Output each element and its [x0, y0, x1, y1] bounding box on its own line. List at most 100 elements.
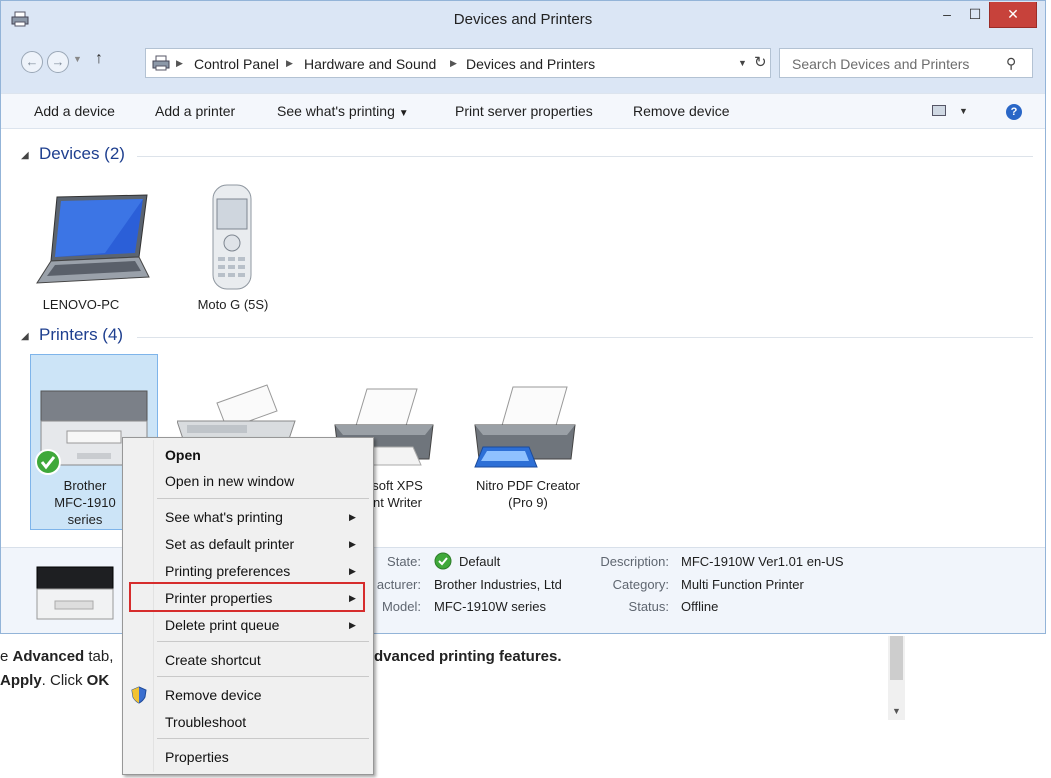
refresh-icon[interactable]: ↻ [754, 53, 770, 71]
scroll-down-icon[interactable]: ▼ [892, 706, 901, 716]
breadcrumb-separator-icon[interactable]: ▶ [450, 58, 457, 69]
view-options-chevron-icon[interactable]: ▼ [959, 106, 968, 116]
detail-value-description: MFC-1910W Ver1.01 en-US [681, 554, 844, 569]
group-divider [137, 337, 1033, 338]
printer-label-nitro-line1: Nitro PDF Creator [475, 478, 581, 493]
menu-item-label: See what's printing [165, 509, 283, 525]
menu-item-label: Set as default printer [165, 536, 295, 552]
printer-location-icon [152, 55, 170, 71]
address-bar[interactable]: ▶ Control Panel ▶ Hardware and Sound ▶ D… [145, 48, 771, 78]
background-text-line-2: Apply. Click OK [0, 672, 110, 689]
menu-item-set-default-printer[interactable]: Set as default printer ▶ [123, 532, 373, 556]
minimize-button[interactable]: – [933, 2, 961, 28]
add-device-button[interactable]: Add a device [34, 103, 115, 119]
device-label-lenovo-pc[interactable]: LENOVO-PC [31, 297, 131, 312]
menu-item-label: Open [165, 447, 201, 463]
submenu-arrow-icon: ▶ [349, 566, 356, 576]
menu-separator [157, 738, 369, 739]
printers-group-title[interactable]: Printers (4) [39, 325, 123, 345]
command-bar: Add a device Add a printer See what's pr… [1, 93, 1045, 129]
printer-label-brother-line3: series [67, 512, 103, 527]
menu-item-label: Create shortcut [165, 652, 261, 668]
breadcrumb-separator-icon[interactable]: ▶ [176, 58, 183, 69]
detail-value-state: Default [459, 554, 501, 569]
menu-item-open[interactable]: Open [123, 443, 373, 467]
collapse-devices-icon[interactable]: ◢ [21, 150, 29, 161]
search-box[interactable]: Search Devices and Printers ⚲ [779, 48, 1033, 78]
device-label-moto-g[interactable]: Moto G (5S) [183, 297, 283, 312]
submenu-arrow-icon: ▶ [349, 512, 356, 522]
menu-item-label: Remove device [165, 687, 262, 703]
menu-item-label: Troubleshoot [165, 714, 247, 730]
breadcrumb-control-panel[interactable]: Control Panel [194, 56, 279, 72]
breadcrumb-separator-icon[interactable]: ▶ [286, 58, 293, 69]
printer-label-xps-line1: osoft XPS [365, 478, 423, 493]
menu-item-label: Open in new window [165, 473, 295, 489]
background-scrollbar[interactable]: ▼ [888, 636, 905, 720]
default-checkmark-icon [35, 449, 61, 475]
menu-item-printing-preferences[interactable]: Printing preferences ▶ [123, 559, 373, 583]
background-text-line-1: e Advanced tab, [0, 648, 114, 665]
breadcrumb-hardware-and-sound[interactable]: Hardware and Sound [304, 56, 436, 72]
close-button[interactable]: ✕ [989, 2, 1037, 28]
printer-label-nitro-line2: (Pro 9) [508, 495, 548, 510]
menu-separator [157, 498, 369, 499]
menu-item-delete-print-queue[interactable]: Delete print queue ▶ [123, 613, 373, 637]
submenu-arrow-icon: ▶ [349, 620, 356, 630]
change-view-icon[interactable] [932, 105, 946, 116]
chevron-down-icon: ▼ [398, 108, 409, 119]
menu-separator [157, 641, 369, 642]
menu-item-label: Delete print queue [165, 617, 280, 633]
menu-item-troubleshoot[interactable]: Troubleshoot [123, 710, 373, 734]
detail-value-model: MFC-1910W series [434, 599, 546, 614]
back-button[interactable]: ← [21, 51, 43, 73]
address-dropdown-icon[interactable]: ▼ [738, 58, 747, 68]
search-icon[interactable]: ⚲ [1006, 55, 1016, 72]
nitro-pdf-printer-icon[interactable] [469, 383, 581, 475]
default-status-check-icon [434, 552, 452, 570]
print-server-properties-button[interactable]: Print server properties [455, 103, 593, 119]
help-icon[interactable]: ? [1006, 104, 1022, 120]
detail-value-status: Offline [681, 599, 719, 614]
menu-item-properties[interactable]: Properties [123, 745, 373, 769]
menu-item-label: Printing preferences [165, 563, 291, 579]
laptop-icon[interactable] [35, 191, 153, 291]
detail-label-status: Status: [628, 599, 669, 614]
background-text-line-1b: dvanced printing features. [374, 648, 562, 665]
scrollbar-thumb[interactable] [890, 636, 903, 680]
printer-label-brother[interactable]: Brother MFC-1910 series [45, 477, 125, 528]
menu-item-create-shortcut[interactable]: Create shortcut [123, 648, 373, 672]
printer-properties-highlight-box [129, 582, 365, 612]
printer-label-brother-line2: MFC-1910 [54, 495, 116, 510]
maximize-button[interactable]: ☐ [961, 2, 989, 28]
up-button[interactable]: ↑ [95, 50, 103, 68]
detail-label-description: Description: [600, 554, 669, 569]
detail-value-category: Multi Function Printer [681, 577, 804, 592]
menu-item-remove-device[interactable]: Remove device [123, 683, 373, 707]
window-title: Devices and Printers [453, 11, 593, 28]
uac-shield-icon [131, 686, 147, 704]
fax-printer-icon[interactable] [177, 381, 297, 441]
menu-item-open-new-window[interactable]: Open in new window [123, 469, 373, 493]
menu-separator [157, 676, 369, 677]
group-divider [137, 156, 1033, 157]
selected-printer-thumbnail-icon [36, 566, 114, 620]
detail-value-manufacturer: Brother Industries, Ltd [434, 577, 562, 592]
recent-locations-chevron-icon[interactable]: ▼ [73, 54, 82, 64]
collapse-printers-icon[interactable]: ◢ [21, 331, 29, 342]
mobile-phone-icon[interactable] [201, 181, 263, 293]
printer-label-brother-line1: Brother [63, 478, 107, 493]
menu-item-label: Properties [165, 749, 229, 765]
search-placeholder: Search Devices and Printers [792, 56, 970, 72]
printer-label-nitro[interactable]: Nitro PDF Creator (Pro 9) [463, 477, 593, 511]
devices-group-title[interactable]: Devices (2) [39, 144, 125, 164]
remove-device-button[interactable]: Remove device [633, 103, 730, 119]
submenu-arrow-icon: ▶ [349, 539, 356, 549]
see-whats-printing-label: See what's printing [277, 103, 395, 119]
forward-button[interactable]: → [47, 51, 69, 73]
add-printer-button[interactable]: Add a printer [155, 103, 235, 119]
detail-label-category: Category: [612, 577, 669, 592]
menu-item-see-whats-printing[interactable]: See what's printing ▶ [123, 505, 373, 529]
breadcrumb-devices-and-printers[interactable]: Devices and Printers [466, 56, 595, 72]
see-whats-printing-button[interactable]: See what's printing ▼ [277, 103, 409, 119]
